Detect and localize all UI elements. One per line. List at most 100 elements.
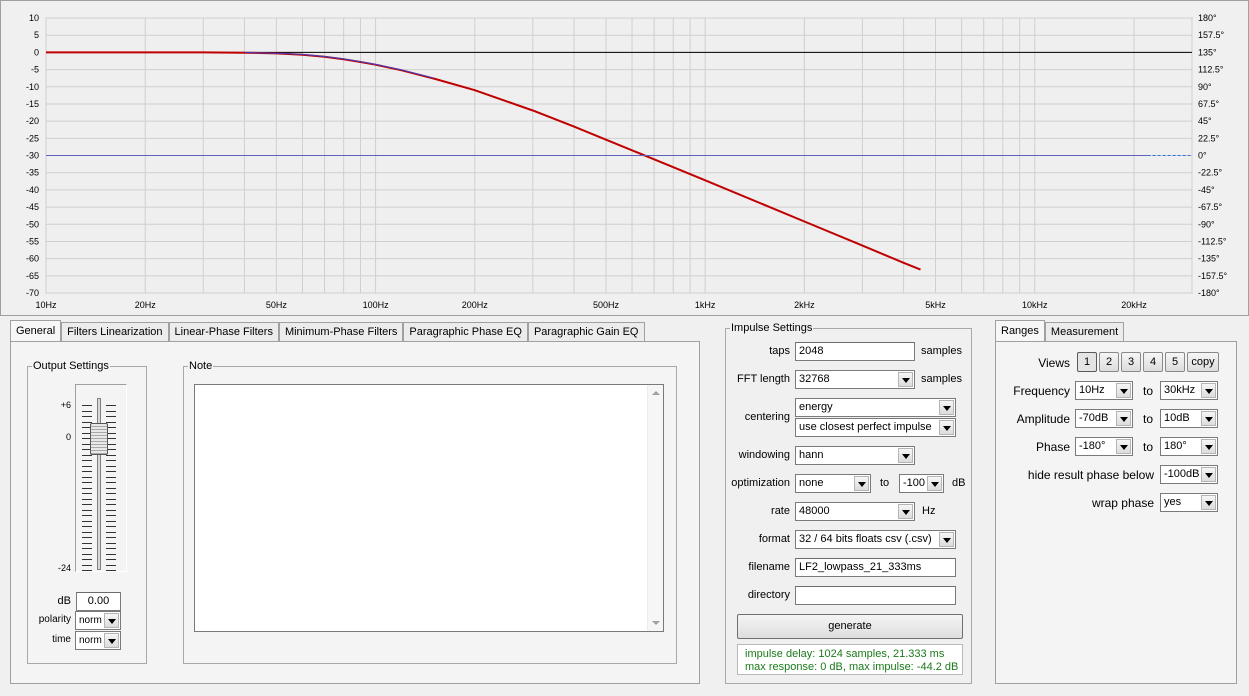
tab-paragraphic-gain-eq[interactable]: Paragraphic Gain EQ <box>527 322 645 341</box>
y-tick-label: -25 <box>26 133 39 143</box>
time-select[interactable]: norm <box>75 631 121 650</box>
polarity-select[interactable]: norm <box>75 611 121 630</box>
slider-tick <box>106 493 116 494</box>
slider-tick <box>106 509 116 511</box>
frequency-label: Frequency <box>1013 384 1070 398</box>
y-tick-label: -50 <box>26 219 39 229</box>
slider-tick <box>106 504 116 505</box>
impulse-status: impulse delay: 1024 samples, 21.333 ms m… <box>737 644 963 675</box>
slider-tick <box>106 542 116 544</box>
chevron-down-icon <box>854 476 869 491</box>
frequency-response-graph[interactable]: 10 180° 5 157.5° 0 135° -5 112.5° -10 90° -15 67.5°… <box>0 0 1249 316</box>
impulse-status-line1: impulse delay: 1024 samples, 21.333 ms <box>745 648 945 660</box>
scroll-down-icon[interactable] <box>652 621 660 625</box>
view-4-button[interactable]: 4 <box>1143 352 1163 372</box>
x-tick-label: 20Hz <box>135 300 157 310</box>
slider-tick <box>82 515 92 516</box>
fft-length-unit: samples <box>921 373 962 385</box>
taps-unit: samples <box>921 345 962 357</box>
y2-tick-label: 135° <box>1198 47 1217 57</box>
taps-field[interactable]: 2048 <box>795 342 915 361</box>
note-scrollbar[interactable] <box>647 385 663 631</box>
tab-measurement[interactable]: Measurement <box>1044 322 1125 341</box>
polarity-value: norm <box>79 615 102 626</box>
optimization-label: optimization <box>731 477 790 489</box>
y-tick-label: -40 <box>26 185 39 195</box>
y-tick-label: -35 <box>26 168 39 178</box>
y2-tick-label: -157.5° <box>1198 271 1228 281</box>
tab-ranges[interactable]: Ranges <box>995 320 1045 341</box>
chevron-down-icon <box>104 633 119 648</box>
slider-tick <box>106 531 116 533</box>
y2-tick-label: -22.5° <box>1198 168 1223 178</box>
slider-tick <box>106 537 116 538</box>
y2-tick-label: -90° <box>1198 219 1215 229</box>
y-tick-label: -60 <box>26 254 39 264</box>
rate-select[interactable]: 48000 <box>795 502 915 521</box>
slider-tick <box>82 526 92 527</box>
x-tick-label: 1kHz <box>695 300 716 310</box>
chevron-down-icon <box>1201 411 1216 426</box>
gain-slider-thumb[interactable] <box>90 423 108 455</box>
slider-tick <box>106 416 116 417</box>
fft-length-label: FFT length <box>737 373 790 385</box>
optimization-db-select[interactable]: -100 <box>899 474 944 493</box>
amplitude-to-label: to <box>1143 412 1154 426</box>
format-select[interactable]: 32 / 64 bits floats csv (.csv) <box>795 530 956 549</box>
frequency-from-select[interactable]: 10Hz <box>1075 381 1133 400</box>
windowing-select[interactable]: hann <box>795 446 915 465</box>
amplitude-to-value: 10dB <box>1164 412 1190 424</box>
chevron-down-icon <box>1116 383 1131 398</box>
directory-field[interactable] <box>795 586 956 605</box>
y2-tick-label: 180° <box>1198 13 1217 23</box>
copy-view-button[interactable]: copy <box>1187 352 1219 372</box>
fft-length-select[interactable]: 32768 <box>795 370 915 389</box>
slider-tick <box>106 520 116 522</box>
slider-tick <box>82 416 92 417</box>
format-label: format <box>758 533 790 545</box>
y-tick-label: 10 <box>29 13 39 23</box>
db-field[interactable]: 0.00 <box>76 592 121 611</box>
view-5-button[interactable]: 5 <box>1165 352 1185 372</box>
tab-filters-linearization[interactable]: Filters Linearization <box>61 322 169 341</box>
time-label: time <box>52 634 71 645</box>
amplitude-from-select[interactable]: -70dB <box>1075 409 1133 428</box>
slider-tick <box>106 570 116 571</box>
slider-tick <box>106 471 116 472</box>
scroll-up-icon[interactable] <box>652 391 660 395</box>
filename-field[interactable]: LF2_lowpass_21_333ms <box>795 558 956 577</box>
tab-general[interactable]: General <box>10 320 62 341</box>
centering-select[interactable]: energy <box>795 398 956 417</box>
frequency-to-select[interactable]: 30kHz <box>1160 381 1218 400</box>
y2-tick-label: 22.5° <box>1198 133 1220 143</box>
generate-button[interactable]: generate <box>737 614 963 639</box>
slider-tick <box>106 410 116 412</box>
slider-tick <box>106 487 116 489</box>
filename-label: filename <box>748 561 790 573</box>
phase-to-select[interactable]: 180° <box>1160 437 1218 456</box>
optimization-select[interactable]: none <box>795 474 871 493</box>
wrap-phase-select[interactable]: yes <box>1160 493 1218 512</box>
slider-tick <box>106 526 116 527</box>
y-tick-label: -45 <box>26 202 39 212</box>
chevron-down-icon <box>1116 411 1131 426</box>
x-tick-label: 500Hz <box>593 300 620 310</box>
impulse-settings-legend: Impulse Settings <box>731 322 813 334</box>
note-textarea[interactable] <box>194 384 664 632</box>
centering-mode-select[interactable]: use closest perfect impulse <box>795 418 956 437</box>
view-3-button[interactable]: 3 <box>1121 352 1141 372</box>
view-1-button[interactable]: 1 <box>1077 352 1097 372</box>
hide-phase-select[interactable]: -100dB <box>1160 465 1218 484</box>
format-value: 32 / 64 bits floats csv (.csv) <box>799 533 932 545</box>
amplitude-to-select[interactable]: 10dB <box>1160 409 1218 428</box>
view-2-button[interactable]: 2 <box>1099 352 1119 372</box>
phase-from-select[interactable]: -180° <box>1075 437 1133 456</box>
main-tabbar: General Filters Linearization Linear-Pha… <box>10 320 645 341</box>
x-tick-label: 10Hz <box>35 300 57 310</box>
tab-minimum-phase-filters[interactable]: Minimum-Phase Filters <box>278 322 404 341</box>
tab-paragraphic-phase-eq[interactable]: Paragraphic Phase EQ <box>403 322 528 341</box>
slider-tick <box>106 559 116 560</box>
response-chart[interactable]: 10 180° 5 157.5° 0 135° -5 112.5° -10 90° -15 67.5°… <box>1 1 1249 317</box>
frequency-to-value: 30kHz <box>1164 384 1196 396</box>
tab-linear-phase-filters[interactable]: Linear-Phase Filters <box>168 322 279 341</box>
